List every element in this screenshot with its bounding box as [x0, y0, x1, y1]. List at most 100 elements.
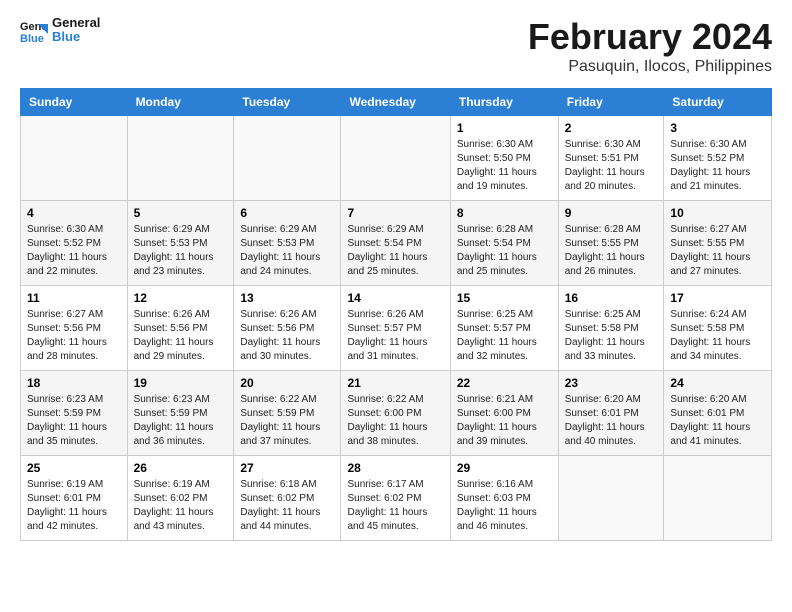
location-title: Pasuquin, Ilocos, Philippines — [528, 58, 772, 76]
day-info: Sunrise: 6:23 AM Sunset: 5:59 PM Dayligh… — [134, 393, 228, 449]
header-day-friday: Friday — [558, 89, 664, 116]
day-number: 20 — [240, 376, 334, 390]
day-info: Sunrise: 6:21 AM Sunset: 6:00 PM Dayligh… — [457, 393, 552, 449]
day-number: 8 — [457, 206, 552, 220]
header-day-monday: Monday — [127, 89, 234, 116]
header-area: General Blue General Blue February 2024 … — [20, 16, 772, 76]
day-info: Sunrise: 6:25 AM Sunset: 5:58 PM Dayligh… — [565, 308, 658, 364]
calendar-cell: 12 Sunrise: 6:26 AM Sunset: 5:56 PM Dayli… — [127, 286, 234, 371]
calendar-cell: 5Sunrise: 6:29 AM Sunset: 5:53 PM Daylig… — [127, 201, 234, 286]
calendar-cell: 2 Sunrise: 6:30 AM Sunset: 5:51 PM Daylig… — [558, 116, 664, 201]
day-info: Sunrise: 6:18 AM Sunset: 6:02 PM Dayligh… — [240, 478, 334, 534]
day-number: 9 — [565, 206, 658, 220]
calendar-cell: 25 Sunrise: 6:19 AM Sunset: 6:01 PM Dayli… — [21, 456, 128, 541]
calendar-cell: 7 Sunrise: 6:29 AM Sunset: 5:54 PM Daylig… — [341, 201, 450, 286]
day-info: Sunrise: 6:29 AM Sunset: 5:53 PM Dayligh… — [240, 223, 334, 279]
day-number: 25 — [27, 461, 121, 475]
week-row-4: 18 Sunrise: 6:23 AM Sunset: 5:59 PM Dayli… — [21, 371, 772, 456]
day-info: Sunrise: 6:19 AM Sunset: 6:01 PM Dayligh… — [27, 478, 121, 534]
header-day-wednesday: Wednesday — [341, 89, 450, 116]
day-number: 11 — [27, 291, 121, 305]
calendar-cell: 24 Sunrise: 6:20 AM Sunset: 6:01 PM Dayli… — [664, 371, 772, 456]
day-info: Sunrise: 6:17 AM Sunset: 6:02 PM Dayligh… — [347, 478, 443, 534]
day-info: Sunrise: 6:28 AM Sunset: 5:55 PM Dayligh… — [565, 223, 658, 279]
day-info: Sunrise: 6:24 AM Sunset: 5:58 PM Dayligh… — [670, 308, 765, 364]
day-number: 23 — [565, 376, 658, 390]
day-info: Sunrise: 6:26 AM Sunset: 5:56 PM Dayligh… — [134, 308, 228, 364]
day-info: Sunrise: 6:30 AM Sunset: 5:52 PM Dayligh… — [27, 223, 121, 279]
header-day-thursday: Thursday — [450, 89, 558, 116]
day-number: 28 — [347, 461, 443, 475]
day-info: Sunrise: 6:19 AM Sunset: 6:02 PM Dayligh… — [134, 478, 228, 534]
calendar-cell: 18Sunrise: 6:23 AM Sunset: 5:59 PM Dayli… — [21, 371, 128, 456]
day-number: 27 — [240, 461, 334, 475]
calendar-cell: 26 Sunrise: 6:19 AM Sunset: 6:02 PM Dayli… — [127, 456, 234, 541]
calendar-cell: 29 Sunrise: 6:16 AM Sunset: 6:03 PM Dayli… — [450, 456, 558, 541]
header-row: SundayMondayTuesdayWednesdayThursdayFrid… — [21, 89, 772, 116]
logo-blue: Blue — [52, 29, 80, 44]
day-info: Sunrise: 6:26 AM Sunset: 5:56 PM Dayligh… — [240, 308, 334, 364]
calendar-cell: 20 Sunrise: 6:22 AM Sunset: 5:59 PM Dayli… — [234, 371, 341, 456]
calendar-cell: 27 Sunrise: 6:18 AM Sunset: 6:02 PM Dayli… — [234, 456, 341, 541]
calendar-cell: 3Sunrise: 6:30 AM Sunset: 5:52 PM Daylig… — [664, 116, 772, 201]
day-number: 2 — [565, 121, 658, 135]
day-info: Sunrise: 6:20 AM Sunset: 6:01 PM Dayligh… — [670, 393, 765, 449]
day-info: Sunrise: 6:27 AM Sunset: 5:56 PM Dayligh… — [27, 308, 121, 364]
day-number: 6 — [240, 206, 334, 220]
day-number: 16 — [565, 291, 658, 305]
day-info: Sunrise: 6:20 AM Sunset: 6:01 PM Dayligh… — [565, 393, 658, 449]
calendar-cell — [341, 116, 450, 201]
day-number: 1 — [457, 121, 552, 135]
day-info: Sunrise: 6:30 AM Sunset: 5:51 PM Dayligh… — [565, 138, 658, 194]
calendar-cell: 13 Sunrise: 6:26 AM Sunset: 5:56 PM Dayli… — [234, 286, 341, 371]
week-row-2: 4Sunrise: 6:30 AM Sunset: 5:52 PM Daylig… — [21, 201, 772, 286]
calendar-cell — [127, 116, 234, 201]
week-row-3: 11 Sunrise: 6:27 AM Sunset: 5:56 PM Dayli… — [21, 286, 772, 371]
calendar-cell — [558, 456, 664, 541]
day-number: 14 — [347, 291, 443, 305]
calendar-cell: 15Sunrise: 6:25 AM Sunset: 5:57 PM Dayli… — [450, 286, 558, 371]
calendar-cell: 19 Sunrise: 6:23 AM Sunset: 5:59 PM Dayli… — [127, 371, 234, 456]
calendar-cell: 1 Sunrise: 6:30 AM Sunset: 5:50 PM Daylig… — [450, 116, 558, 201]
calendar-cell: 9 Sunrise: 6:28 AM Sunset: 5:55 PM Daylig… — [558, 201, 664, 286]
day-info: Sunrise: 6:30 AM Sunset: 5:50 PM Dayligh… — [457, 138, 552, 194]
calendar-cell: 17 Sunrise: 6:24 AM Sunset: 5:58 PM Dayli… — [664, 286, 772, 371]
day-number: 19 — [134, 376, 228, 390]
calendar-cell: 11 Sunrise: 6:27 AM Sunset: 5:56 PM Dayli… — [21, 286, 128, 371]
day-number: 24 — [670, 376, 765, 390]
day-info: Sunrise: 6:28 AM Sunset: 5:54 PM Dayligh… — [457, 223, 552, 279]
day-number: 18 — [27, 376, 121, 390]
svg-text:Blue: Blue — [20, 33, 44, 44]
calendar-cell: 14 Sunrise: 6:26 AM Sunset: 5:57 PM Dayli… — [341, 286, 450, 371]
month-title: February 2024 — [528, 16, 772, 58]
day-info: Sunrise: 6:22 AM Sunset: 5:59 PM Dayligh… — [240, 393, 334, 449]
calendar-cell: 8 Sunrise: 6:28 AM Sunset: 5:54 PM Daylig… — [450, 201, 558, 286]
logo-general: General — [52, 15, 100, 30]
day-number: 29 — [457, 461, 552, 475]
day-number: 7 — [347, 206, 443, 220]
title-area: February 2024 Pasuquin, Ilocos, Philippi… — [528, 16, 772, 76]
calendar-table: SundayMondayTuesdayWednesdayThursdayFrid… — [20, 88, 772, 541]
day-number: 13 — [240, 291, 334, 305]
day-number: 15 — [457, 291, 552, 305]
header-day-tuesday: Tuesday — [234, 89, 341, 116]
logo: General Blue General Blue — [20, 16, 100, 45]
day-info: Sunrise: 6:16 AM Sunset: 6:03 PM Dayligh… — [457, 478, 552, 534]
day-info: Sunrise: 6:27 AM Sunset: 5:55 PM Dayligh… — [670, 223, 765, 279]
day-number: 3 — [670, 121, 765, 135]
day-number: 26 — [134, 461, 228, 475]
day-number: 10 — [670, 206, 765, 220]
day-info: Sunrise: 6:29 AM Sunset: 5:53 PM Dayligh… — [134, 223, 228, 279]
calendar-cell — [664, 456, 772, 541]
day-number: 21 — [347, 376, 443, 390]
day-info: Sunrise: 6:29 AM Sunset: 5:54 PM Dayligh… — [347, 223, 443, 279]
calendar-cell: 23 Sunrise: 6:20 AM Sunset: 6:01 PM Dayli… — [558, 371, 664, 456]
calendar-cell — [21, 116, 128, 201]
calendar-cell: 6 Sunrise: 6:29 AM Sunset: 5:53 PM Daylig… — [234, 201, 341, 286]
day-info: Sunrise: 6:26 AM Sunset: 5:57 PM Dayligh… — [347, 308, 443, 364]
calendar-cell: 22Sunrise: 6:21 AM Sunset: 6:00 PM Dayli… — [450, 371, 558, 456]
day-number: 12 — [134, 291, 228, 305]
week-row-5: 25 Sunrise: 6:19 AM Sunset: 6:01 PM Dayli… — [21, 456, 772, 541]
day-number: 17 — [670, 291, 765, 305]
calendar-cell: 10 Sunrise: 6:27 AM Sunset: 5:55 PM Dayli… — [664, 201, 772, 286]
